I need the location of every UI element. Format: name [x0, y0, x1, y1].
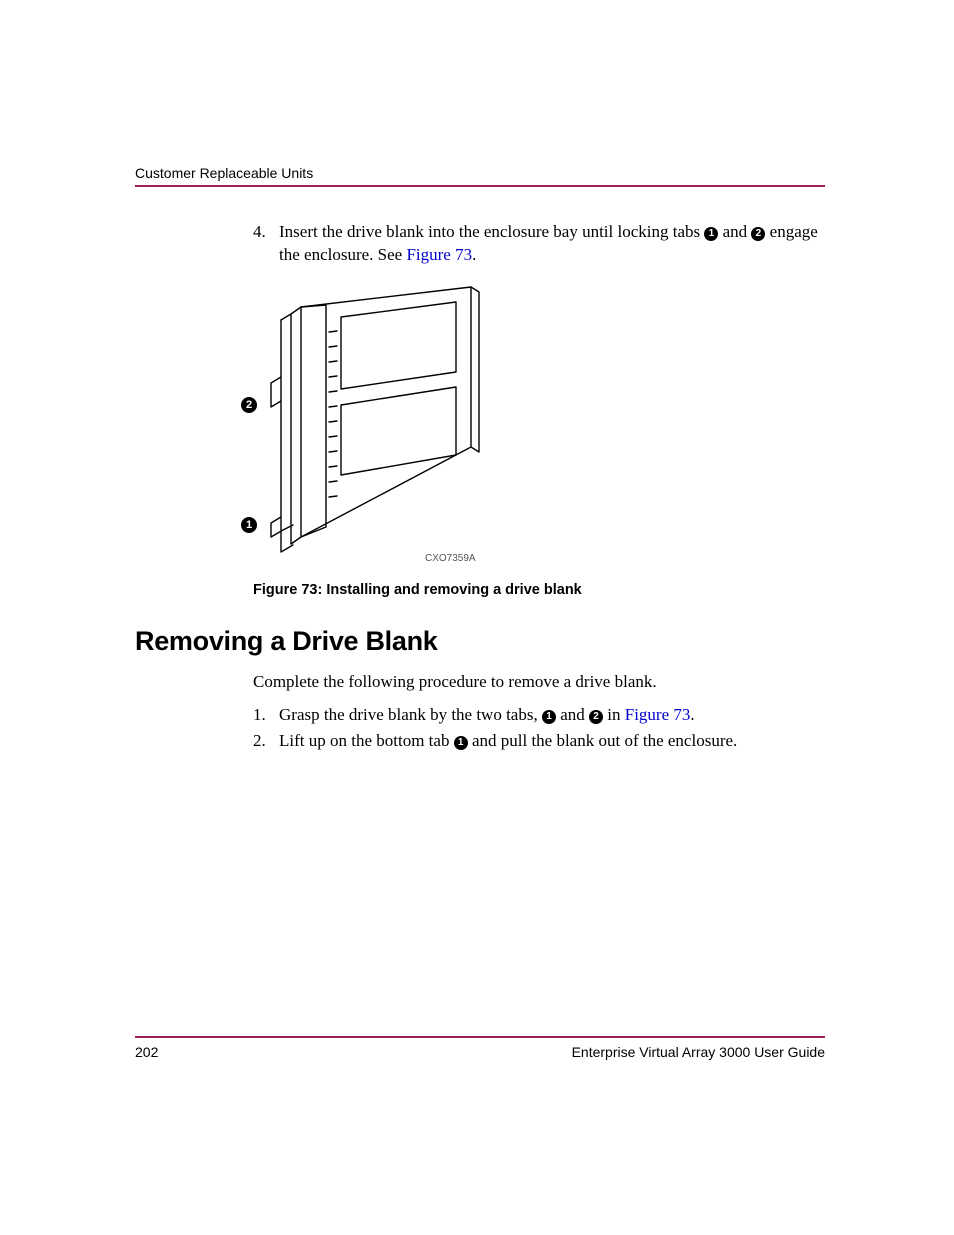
figure-link[interactable]: Figure 73 — [625, 705, 691, 724]
step-number: 4. — [253, 221, 279, 267]
step-text: Grasp the drive blank by the two tabs, 1… — [279, 702, 695, 728]
callout-1-icon: 1 — [704, 227, 718, 241]
text: Lift up on the bottom tab — [279, 731, 454, 750]
callout-1-icon: 1 — [241, 517, 257, 533]
figure-link[interactable]: Figure 73 — [406, 245, 472, 264]
text: in — [603, 705, 625, 724]
page-footer: 202 Enterprise Virtual Array 3000 User G… — [135, 1036, 825, 1060]
text: and pull the blank out of the enclosure. — [468, 731, 738, 750]
text: Grasp the drive blank by the two tabs, — [279, 705, 542, 724]
drive-blank-icon — [241, 277, 501, 567]
text: Insert the drive blank into the enclosur… — [279, 222, 704, 241]
text: and — [718, 222, 751, 241]
callout-1-icon: 1 — [454, 736, 468, 750]
header-rule — [135, 185, 825, 187]
figure-73-illustration: 2 1 — [241, 277, 501, 567]
procedure-list: 1. Grasp the drive blank by the two tabs… — [253, 702, 825, 755]
list-item: 2. Lift up on the bottom tab 1 and pull … — [253, 728, 825, 754]
step-4: 4. Insert the drive blank into the enclo… — [253, 221, 825, 267]
running-header: Customer Replaceable Units — [135, 165, 825, 181]
callout-2-icon: 2 — [751, 227, 765, 241]
document-title: Enterprise Virtual Array 3000 User Guide — [572, 1044, 825, 1060]
step-text: Insert the drive blank into the enclosur… — [279, 221, 825, 267]
text: . — [690, 705, 694, 724]
list-item: 1. Grasp the drive blank by the two tabs… — [253, 702, 825, 728]
section-heading: Removing a Drive Blank — [135, 626, 825, 657]
text: and — [556, 705, 589, 724]
footer-rule — [135, 1036, 825, 1038]
page-number: 202 — [135, 1044, 158, 1060]
text: . — [472, 245, 476, 264]
step-text: Lift up on the bottom tab 1 and pull the… — [279, 728, 737, 754]
callout-2-icon: 2 — [241, 397, 257, 413]
intro-paragraph: Complete the following procedure to remo… — [253, 671, 825, 694]
step-number: 1. — [253, 702, 279, 728]
figure-caption: Figure 73: Installing and removing a dri… — [253, 582, 825, 598]
callout-1-icon: 1 — [542, 710, 556, 724]
step-number: 2. — [253, 728, 279, 754]
callout-2-icon: 2 — [589, 710, 603, 724]
